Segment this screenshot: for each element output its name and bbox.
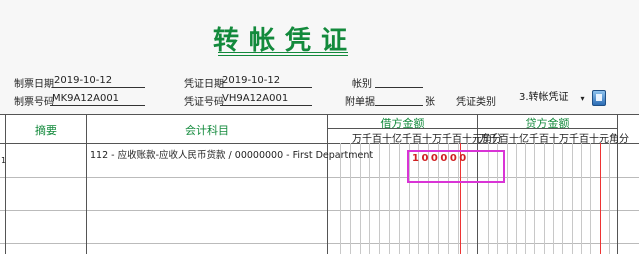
digit-gridline bbox=[507, 143, 508, 254]
column-header-summary: 摘要 bbox=[35, 124, 57, 137]
row-number: 1 bbox=[1, 156, 7, 165]
voucher-header-area: 转帐凭证 制票日期 2019-10-12 凭证日期 2019-10-12 帐别 … bbox=[0, 0, 639, 114]
chevron-down-icon[interactable]: ▾ bbox=[578, 93, 587, 104]
account-cell[interactable]: 112 - 应收账款-应收人民币货款 / 00000000 - First De… bbox=[90, 147, 373, 161]
column-header-credit: 贷方金额 bbox=[525, 117, 570, 130]
attachments-label: 附单据 bbox=[345, 97, 375, 108]
bill-no-label: 制票号码 bbox=[14, 97, 54, 108]
credit-digit-labels: 万千百十亿千百十万千百十元角分 bbox=[479, 134, 629, 145]
digit-gridline bbox=[534, 143, 535, 254]
digit-gridline bbox=[399, 143, 400, 254]
digit-gridline bbox=[544, 143, 545, 254]
bill-date-field[interactable]: 2019-10-12 bbox=[52, 75, 145, 88]
voucher-no-label: 凭证号码 bbox=[184, 97, 224, 108]
digit-gridline bbox=[609, 143, 610, 254]
col-divider bbox=[327, 114, 328, 254]
digit-gridline bbox=[581, 143, 582, 254]
calculator-icon[interactable] bbox=[592, 90, 606, 106]
voucher-type-label: 凭证类别 bbox=[456, 97, 496, 108]
currency-field[interactable] bbox=[375, 75, 423, 88]
voucher-date-field[interactable]: 2019-10-12 bbox=[220, 75, 312, 88]
title-underline-top bbox=[218, 52, 348, 53]
digit-gridline bbox=[516, 143, 517, 254]
digit-gridline bbox=[389, 143, 390, 254]
digit-gridline bbox=[379, 143, 380, 254]
voucher-date-label: 凭证日期 bbox=[184, 79, 224, 90]
attachments-unit: 张 bbox=[425, 97, 435, 108]
voucher-no-field[interactable]: VH9A12A001 bbox=[220, 93, 312, 106]
digit-gridline bbox=[572, 143, 573, 254]
currency-label: 帐别 bbox=[352, 79, 372, 90]
column-header-debit: 借方金额 bbox=[380, 117, 425, 130]
bill-no-field[interactable]: MK9A12A001 bbox=[50, 93, 145, 106]
voucher-table: 摘要 会计科目 借方金额 贷方金额 万千百十亿千百十万千百十元角分 万千百十亿千… bbox=[0, 114, 639, 254]
attachments-field[interactable] bbox=[375, 93, 423, 106]
bill-date-label: 制票日期 bbox=[14, 79, 54, 90]
digit-gridline bbox=[525, 143, 526, 254]
highlight-box bbox=[407, 150, 505, 183]
title-underline-bottom bbox=[218, 55, 348, 56]
digit-gridline bbox=[590, 143, 591, 254]
digit-gridline bbox=[553, 143, 554, 254]
credit-decimal-line bbox=[600, 143, 601, 254]
column-header-account: 会计科目 bbox=[185, 124, 229, 137]
digit-gridline bbox=[562, 143, 563, 254]
